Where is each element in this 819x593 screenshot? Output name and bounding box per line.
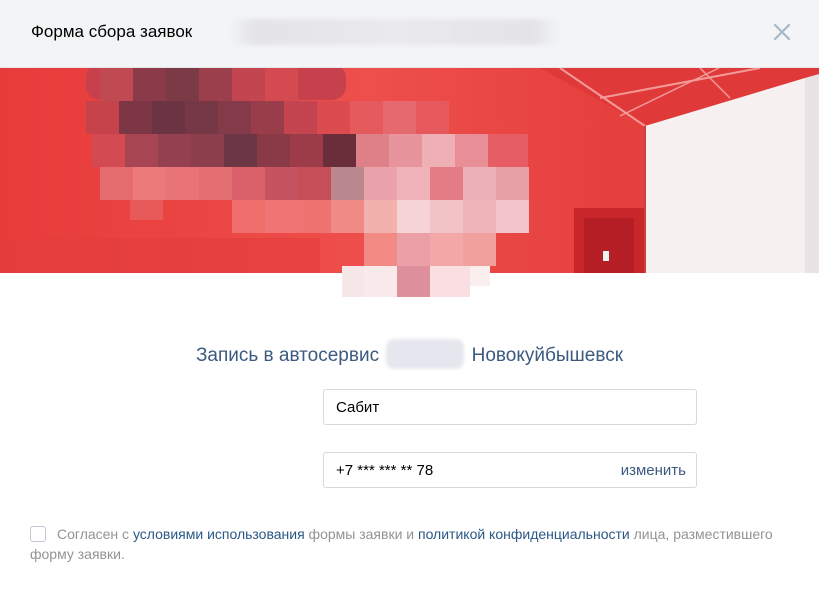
form-title: Запись в автосервис Новокуйбышевск [0,339,819,371]
name-field-value: Сабит [336,399,380,416]
name-field[interactable]: Сабит [323,389,697,425]
form-title-text: Запись в автосервис [195,345,380,367]
privacy-policy-link[interactable]: политикой конфиденциальности [418,526,630,542]
form-title-city: Новокуйбышевск [471,345,624,367]
modal-title: Форма сбора заявок [31,22,193,41]
close-icon[interactable] [770,20,794,44]
redacted-community-name [228,19,561,45]
redacted-brand-name [386,339,465,369]
consent-text: Согласен с условиями использования формы… [30,524,790,564]
phone-field-value: +7 *** *** ** 78 [336,462,434,479]
phone-field[interactable]: +7 *** *** ** 78 изменить [323,452,697,488]
cover-image [0,68,819,273]
consent-checkbox[interactable] [30,526,46,542]
change-phone-link[interactable]: изменить [621,462,686,479]
terms-of-use-link[interactable]: условиями использования [133,526,305,542]
modal-header: Форма сбора заявок [0,0,819,68]
consent-text-part1: Согласен с [57,526,133,542]
consent-text-part2: формы заявки и [304,526,418,542]
consent-block: Согласен с условиями использования формы… [30,524,790,564]
